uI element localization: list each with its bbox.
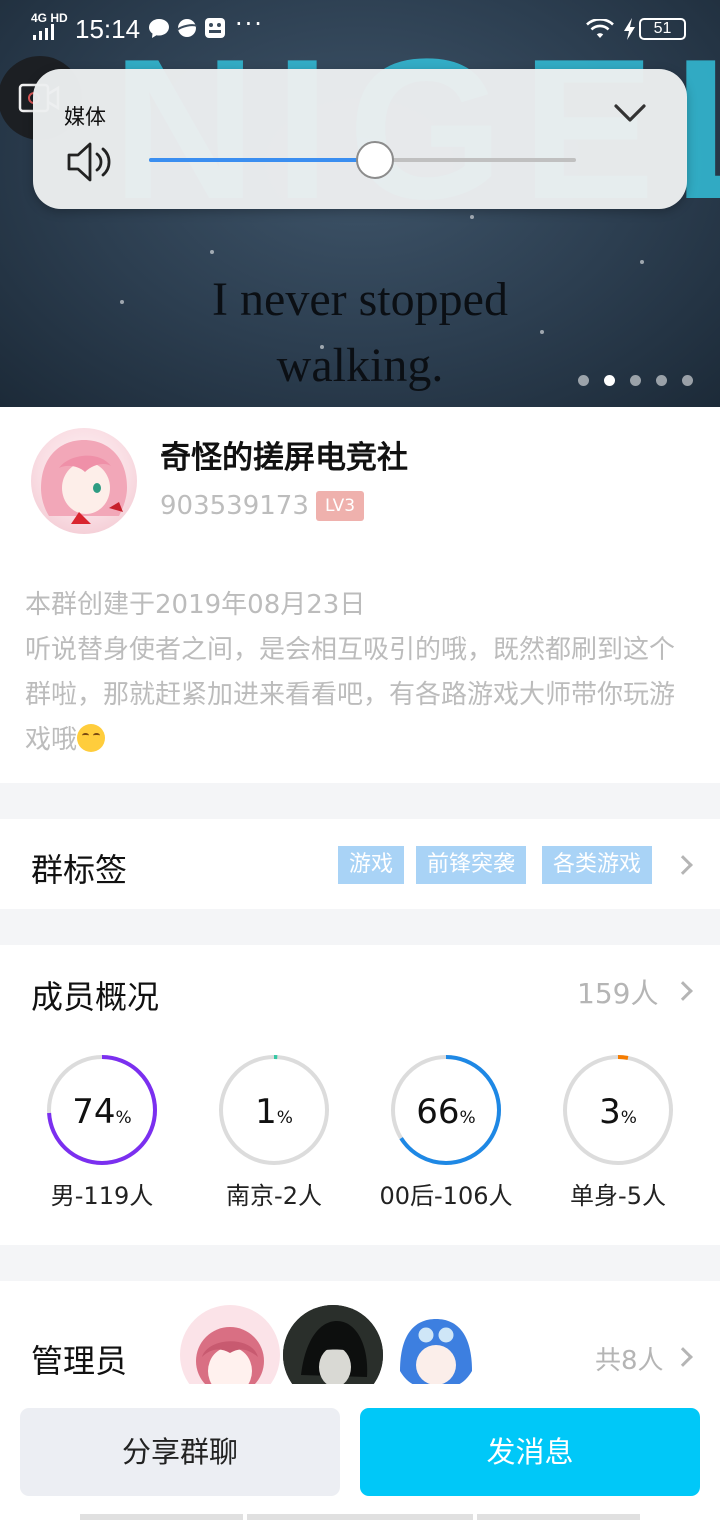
volume-slider-fill [149, 158, 376, 162]
volume-slider-thumb[interactable] [356, 141, 395, 179]
charging-icon [624, 18, 635, 40]
group-tag: 游戏 [338, 846, 405, 884]
banner-page-dot [682, 375, 693, 386]
nav-bar-segment [80, 1514, 243, 1520]
more-notifications-icon: ··· [235, 10, 264, 38]
admin-count: 共8人 [595, 1346, 664, 1376]
section-divider [0, 909, 720, 945]
group-created-date: 本群创建于2019年08月23日 [25, 590, 366, 620]
media-volume-panel: 媒体 [33, 69, 687, 209]
member-stat-ring: 1% [218, 1054, 330, 1166]
nav-bar-segment [477, 1514, 640, 1520]
battery-indicator: 51 [639, 18, 686, 40]
group-tag: 前锋突袭 [416, 846, 527, 884]
share-group-button[interactable]: 分享群聊 [20, 1408, 340, 1496]
nav-bar-segment [247, 1514, 473, 1520]
member-stat-label: 男-119人 [50, 1182, 154, 1210]
member-stat-ring: 66% [390, 1054, 502, 1166]
group-tag: 各类游戏 [542, 846, 653, 884]
planet-app-icon [176, 19, 198, 37]
group-description: 听说替身使者之间，是会相互吸引的哦，既然都刷到这个群啦，那就赶紧加进来看看吧，有… [25, 635, 676, 755]
clock: 15:14 [75, 14, 141, 44]
chat-notification-icon [149, 19, 169, 38]
speaker-icon[interactable] [67, 140, 117, 184]
group-avatar-image [41, 440, 127, 524]
banner-page-dot [578, 375, 589, 386]
gallery-app-icon [205, 18, 225, 38]
member-stat-label: 00后-106人 [379, 1182, 513, 1210]
member-stat-percent: 1% [255, 1092, 293, 1132]
member-stat-percent: 66% [416, 1092, 476, 1132]
banner-slogan-line1: I never stopped [212, 273, 508, 326]
section-divider [0, 1245, 720, 1281]
signal-icon [33, 24, 54, 40]
member-stat-percent: 74% [72, 1092, 132, 1132]
kissing-emoji-icon [77, 724, 106, 752]
wifi-icon [586, 19, 614, 38]
status-bar: 4G HD 15:14 ··· 51 [0, 0, 720, 58]
group-id: 903539173 [160, 491, 309, 521]
group-avatar[interactable] [31, 428, 137, 534]
group-introduction: 本群创建于2019年08月23日 听说替身使者之间，是会相互吸引的哦，既然都刷到… [25, 583, 697, 763]
member-stat-ring: 74% [46, 1054, 158, 1166]
volume-panel-title: 媒体 [64, 105, 106, 129]
member-count: 159人 [577, 977, 659, 1010]
banner-page-dot [656, 375, 667, 386]
group-name: 奇怪的搓屏电竞社 [160, 440, 408, 476]
volume-slider[interactable] [149, 141, 576, 179]
member-stat-label: 单身-5人 [570, 1182, 666, 1210]
group-level-badge: LV3 [316, 491, 365, 521]
section-divider [0, 783, 720, 819]
member-stat-label: 南京-2人 [226, 1182, 322, 1210]
network-type: 4G HD [31, 11, 68, 25]
chevron-down-icon[interactable] [613, 102, 647, 124]
member-overview-title: 成员概况 [31, 978, 160, 1016]
group-tags-title: 群标签 [31, 851, 128, 889]
banner-page-dot [630, 375, 641, 386]
send-message-button[interactable]: 发消息 [360, 1408, 700, 1496]
admins-title: 管理员 [31, 1342, 128, 1380]
member-stat-ring: 3% [562, 1054, 674, 1166]
member-stat-percent: 3% [599, 1092, 637, 1132]
banner-page-dot [604, 375, 615, 386]
